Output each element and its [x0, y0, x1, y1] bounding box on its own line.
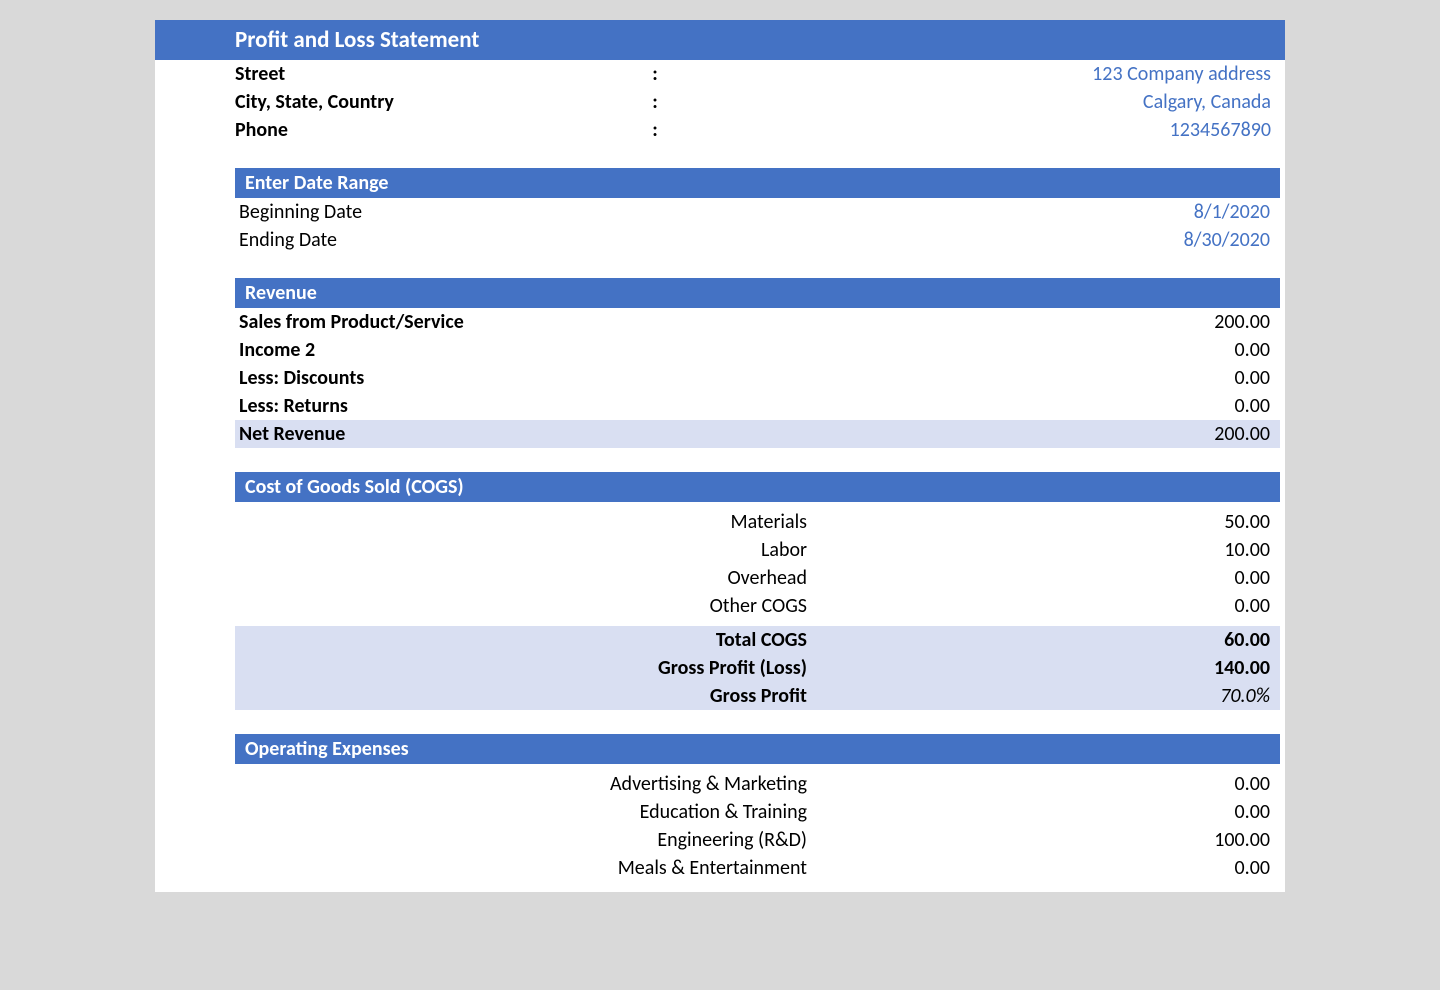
- opex-meals-row: Meals & Entertainment 0.00: [235, 854, 1280, 882]
- overhead-label: Overhead: [235, 566, 815, 590]
- end-date-label: Ending Date: [235, 228, 815, 252]
- company-phone-row: Phone : 1234567890: [155, 116, 1285, 144]
- begin-date-row: Beginning Date 8/1/2020: [235, 198, 1280, 226]
- net-revenue-label: Net Revenue: [235, 422, 815, 446]
- returns-label: Less: Returns: [235, 394, 815, 418]
- cogs-other-row: Other COGS 0.00: [235, 592, 1280, 620]
- education-value: 0.00: [815, 800, 1280, 824]
- engineering-value: 100.00: [815, 828, 1280, 852]
- total-cogs-row: Total COGS 60.00: [235, 626, 1280, 654]
- returns-value: 0.00: [815, 394, 1280, 418]
- discounts-label: Less: Discounts: [235, 366, 815, 390]
- gross-profit-row: Gross Profit 70.0%: [235, 682, 1280, 710]
- city-value: Calgary, Canada: [675, 90, 1285, 114]
- gross-profit-loss-value: 140.00: [815, 656, 1280, 680]
- other-cogs-value: 0.00: [815, 594, 1280, 618]
- cogs-overhead-row: Overhead 0.00: [235, 564, 1280, 592]
- revenue-header: Revenue: [235, 278, 1280, 308]
- sales-value: 200.00: [815, 310, 1280, 334]
- total-cogs-value: 60.00: [815, 628, 1280, 652]
- labor-label: Labor: [235, 538, 815, 562]
- date-range-header: Enter Date Range: [235, 168, 1280, 198]
- discounts-value: 0.00: [815, 366, 1280, 390]
- meals-label: Meals & Entertainment: [235, 856, 815, 880]
- phone-label: Phone: [155, 118, 635, 142]
- materials-label: Materials: [235, 510, 815, 534]
- net-revenue-value: 200.00: [815, 422, 1280, 446]
- education-label: Education & Training: [235, 800, 815, 824]
- labor-value: 10.00: [815, 538, 1280, 562]
- end-date-row: Ending Date 8/30/2020: [235, 226, 1280, 254]
- sales-label: Sales from Product/Service: [235, 310, 815, 334]
- document-page: Profit and Loss Statement Street : 123 C…: [155, 20, 1285, 892]
- meals-value: 0.00: [815, 856, 1280, 880]
- cogs-labor-row: Labor 10.00: [235, 536, 1280, 564]
- content-area: Street : 123 Company address City, State…: [155, 60, 1285, 892]
- net-revenue-row: Net Revenue 200.00: [235, 420, 1280, 448]
- colon: :: [635, 62, 675, 86]
- advertising-value: 0.00: [815, 772, 1280, 796]
- city-label: City, State, Country: [155, 90, 635, 114]
- cogs-header: Cost of Goods Sold (COGS): [235, 472, 1280, 502]
- gross-profit-label: Gross Profit: [235, 684, 815, 708]
- colon: :: [635, 118, 675, 142]
- company-street-row: Street : 123 Company address: [155, 60, 1285, 88]
- gross-profit-value: 70.0%: [815, 684, 1280, 708]
- materials-value: 50.00: [815, 510, 1280, 534]
- opex-header: Operating Expenses: [235, 734, 1280, 764]
- colon: :: [635, 90, 675, 114]
- revenue-sales-row: Sales from Product/Service 200.00: [235, 308, 1280, 336]
- engineering-label: Engineering (R&D): [235, 828, 815, 852]
- cogs-materials-row: Materials 50.00: [235, 508, 1280, 536]
- street-value: 123 Company address: [675, 62, 1285, 86]
- page-title: Profit and Loss Statement: [155, 20, 1285, 60]
- opex-engineering-row: Engineering (R&D) 100.00: [235, 826, 1280, 854]
- other-cogs-label: Other COGS: [235, 594, 815, 618]
- income2-value: 0.00: [815, 338, 1280, 362]
- revenue-income2-row: Income 2 0.00: [235, 336, 1280, 364]
- gross-profit-loss-label: Gross Profit (Loss): [235, 656, 815, 680]
- street-label: Street: [155, 62, 635, 86]
- begin-date-value: 8/1/2020: [815, 200, 1280, 224]
- opex-advertising-row: Advertising & Marketing 0.00: [235, 770, 1280, 798]
- end-date-value: 8/30/2020: [815, 228, 1280, 252]
- revenue-returns-row: Less: Returns 0.00: [235, 392, 1280, 420]
- opex-education-row: Education & Training 0.00: [235, 798, 1280, 826]
- begin-date-label: Beginning Date: [235, 200, 815, 224]
- total-cogs-label: Total COGS: [235, 628, 815, 652]
- revenue-discounts-row: Less: Discounts 0.00: [235, 364, 1280, 392]
- advertising-label: Advertising & Marketing: [235, 772, 815, 796]
- gross-profit-loss-row: Gross Profit (Loss) 140.00: [235, 654, 1280, 682]
- company-city-row: City, State, Country : Calgary, Canada: [155, 88, 1285, 116]
- overhead-value: 0.00: [815, 566, 1280, 590]
- phone-value: 1234567890: [675, 118, 1285, 142]
- income2-label: Income 2: [235, 338, 815, 362]
